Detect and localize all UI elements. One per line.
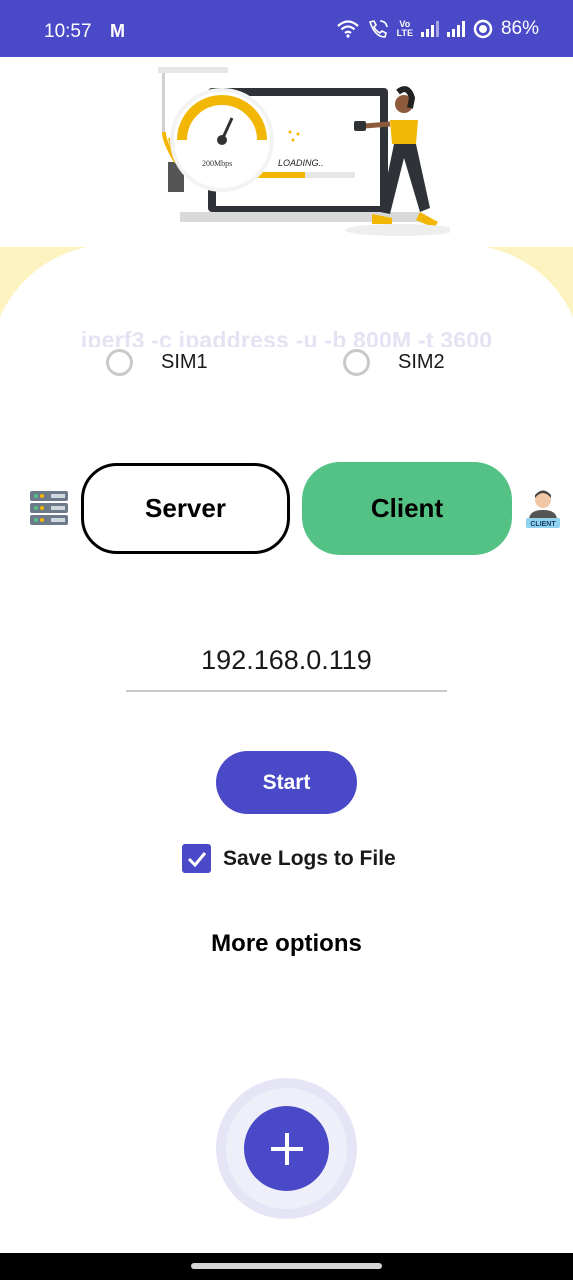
sim1-label: SIM1 [161, 351, 208, 373]
battery-percent: 86% [500, 18, 539, 39]
speed-label: 200Mbps [202, 159, 232, 168]
loading-label: LOADING.. [278, 158, 324, 168]
speedtest-illustration: LOADING.. 200Mbps [158, 67, 450, 236]
save-logs-option[interactable]: Save Logs to File [182, 844, 396, 873]
plus-icon [270, 1132, 303, 1165]
fab-inner-ring [226, 1088, 347, 1209]
client-button-label: Client [370, 493, 444, 523]
server-icon [30, 491, 68, 525]
client-icon: CLIENT [526, 490, 560, 528]
more-options-link[interactable]: More options [0, 930, 573, 958]
sim2-option[interactable]: SIM2 [343, 349, 445, 376]
sim1-radio[interactable] [106, 349, 133, 376]
status-time: 10:57 [44, 21, 92, 42]
save-logs-label: Save Logs to File [223, 846, 396, 870]
wifi-calling-icon [368, 20, 388, 38]
home-gesture-handle[interactable] [191, 1263, 382, 1269]
fab-outer-ring [216, 1078, 357, 1219]
save-logs-checkbox[interactable] [182, 844, 211, 873]
sim2-radio[interactable] [343, 349, 370, 376]
client-icon-label: CLIENT [530, 521, 556, 528]
add-fab-button[interactable] [244, 1106, 329, 1191]
client-button[interactable]: Client [302, 462, 512, 555]
iperf-command: iperf3 -c ipaddress -u -b 800M -t 3600 [80, 327, 493, 347]
wifi-icon [336, 20, 359, 38]
signal-icon [420, 21, 439, 37]
sim1-option[interactable]: SIM1 [106, 349, 208, 376]
ip-address-input[interactable]: 192.168.0.119 [126, 640, 447, 692]
server-button-label: Server [145, 493, 226, 523]
check-icon [187, 851, 206, 867]
signal-icon-2 [446, 21, 465, 37]
hero-section: LOADING.. 200Mbps iperf3 -c ipaddress -u… [0, 57, 573, 347]
battery-icon [473, 19, 493, 39]
status-bar: 10:57 M Vo LTE 86% [0, 0, 573, 57]
start-button-label: Start [262, 770, 311, 794]
server-button[interactable]: Server [81, 463, 290, 554]
status-icons: Vo LTE 86% [336, 18, 539, 40]
start-button[interactable]: Start [216, 751, 357, 814]
volte-icon: Vo LTE [397, 20, 413, 38]
gmail-icon: M [110, 21, 125, 41]
volte-line2: LTE [396, 28, 413, 38]
sim2-label: SIM2 [398, 351, 445, 373]
